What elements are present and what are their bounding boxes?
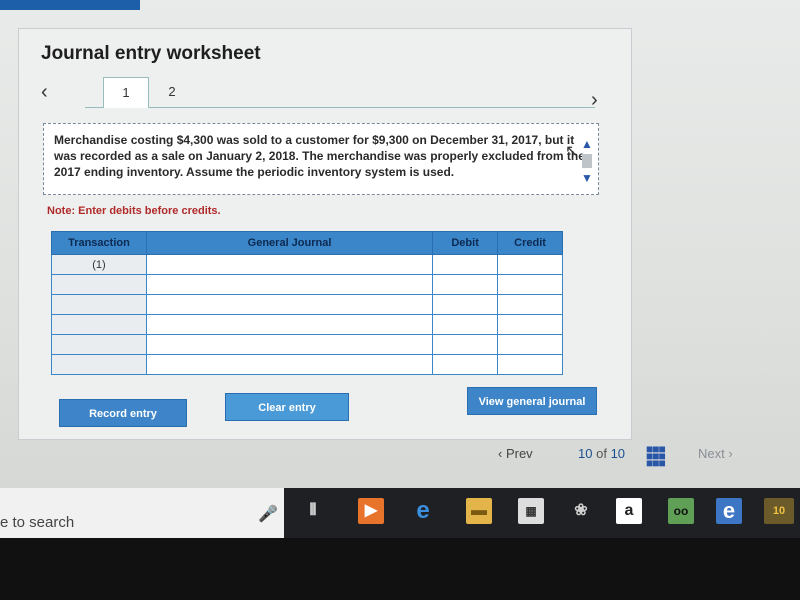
table-row [51,334,563,355]
transaction-cell [51,354,147,375]
scroll-up-icon[interactable]: ▲ [579,137,595,151]
debit-input[interactable] [432,334,499,355]
header-transaction: Transaction [51,231,147,255]
debit-input[interactable] [432,274,499,295]
worksheet-tabs: 1 2 [85,77,595,108]
monitor-bezel [0,538,800,600]
clear-entry-button[interactable]: Clear entry [225,393,349,421]
view-general-journal-button[interactable]: View general journal [467,387,597,415]
table-row [51,354,563,375]
total-pages: 10 [610,446,626,461]
journal-table: Transaction General Journal Debit Credit… [51,231,563,375]
shell-app-icon[interactable]: ❀ [568,498,594,524]
note-text: Note: Enter debits before credits. [47,205,221,217]
chevron-right-icon[interactable]: › [591,89,598,112]
microphone-icon[interactable]: 🎤 [258,504,278,524]
amazon-icon[interactable]: a [616,498,642,524]
search-placeholder: e to search [0,514,75,531]
chevron-left-icon[interactable]: ‹ [41,81,48,104]
file-explorer-icon[interactable]: ▬ [466,498,492,524]
header-general-journal: General Journal [145,231,434,255]
question-scrollbar[interactable]: ▲ ▼ [579,137,595,193]
next-label: Next [698,446,725,461]
record-entry-button[interactable]: Record entry [59,399,187,427]
account-dropdown[interactable] [145,354,434,375]
account-dropdown[interactable] [145,274,434,295]
tab-2[interactable]: 2 [157,77,187,107]
scroll-thumb[interactable] [582,154,592,168]
current-page: 10 [578,446,593,461]
credit-input[interactable] [497,254,563,275]
task-view-icon[interactable]: ⫴ [300,498,326,524]
next-button[interactable]: Next › [698,446,733,461]
tripadvisor-icon[interactable]: oo [668,498,694,524]
header-credit: Credit [497,231,563,255]
top-accent-bar [0,0,140,10]
page-title: Journal entry worksheet [41,43,261,64]
account-dropdown[interactable] [145,294,434,315]
account-dropdown[interactable] [145,314,434,335]
account-dropdown[interactable] [145,334,434,355]
credit-input[interactable] [497,294,563,315]
table-row: (1) [51,254,563,275]
credit-input[interactable] [497,334,563,355]
credit-input[interactable] [497,274,563,295]
question-text: Merchandise costing $4,300 was sold to a… [43,123,599,195]
badge-label: 10 [772,505,786,517]
credit-input[interactable] [497,314,563,335]
grid-icon[interactable]: ■■■ ■■■ ■■■ [646,443,666,469]
transaction-cell: (1) [51,254,147,275]
calendar-badge[interactable]: 10 [764,498,794,524]
edge-icon[interactable]: e [410,498,436,524]
transaction-cell [51,294,147,315]
prev-button[interactable]: ‹ Prev [498,446,533,461]
debit-input[interactable] [432,294,499,315]
journal-entry-panel: Journal entry worksheet ‹ 1 2 › Merchand… [18,28,632,440]
header-debit: Debit [432,231,499,255]
debit-input[interactable] [432,254,499,275]
tab-1[interactable]: 1 [103,77,149,108]
prev-label: Prev [505,446,533,461]
transaction-cell [51,274,147,295]
amazon-label: a [624,502,634,519]
account-dropdown[interactable] [145,254,434,275]
table-row [51,274,563,295]
table-row [51,314,563,335]
transaction-cell [51,314,147,335]
debit-input[interactable] [432,354,499,375]
page-of: of [596,446,607,461]
credit-input[interactable] [497,354,563,375]
browser-viewport: Journal entry worksheet ‹ 1 2 › Merchand… [0,0,800,488]
debit-input[interactable] [432,314,499,335]
table-row [51,294,563,315]
media-icon[interactable]: ▶ [358,498,384,524]
table-header-row: Transaction General Journal Debit Credit [51,231,563,255]
transaction-cell [51,334,147,355]
store-icon[interactable]: ▦ [518,498,544,524]
mouse-cursor-icon: ↖ [565,143,579,160]
edge-alt-icon[interactable]: e [716,498,742,524]
page-counter: 10 of 10 [578,446,625,461]
scroll-down-icon[interactable]: ▼ [579,171,595,185]
